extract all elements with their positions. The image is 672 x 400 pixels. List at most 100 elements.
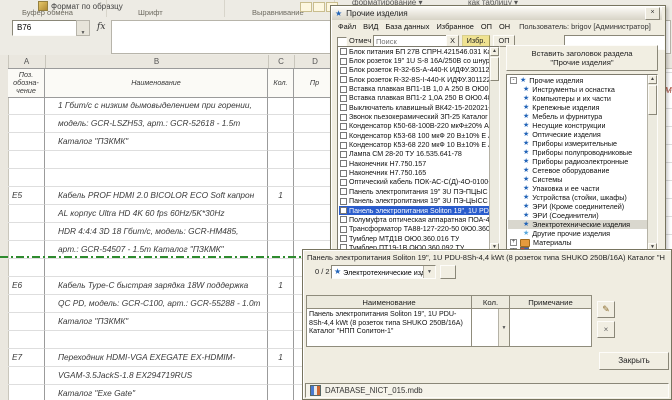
menu-op[interactable]: ОП — [481, 22, 492, 31]
item-checkbox[interactable] — [340, 160, 347, 167]
expand-icon[interactable]: + — [510, 239, 517, 246]
row-name-cell[interactable]: Панель электропитания Soliton 19", 1U PD… — [306, 309, 472, 347]
scroll-thumb[interactable] — [648, 85, 657, 115]
sheet-cell[interactable]: E7 — [8, 349, 45, 367]
menu-on[interactable]: ОН — [499, 22, 510, 31]
sheet-cell[interactable] — [268, 97, 294, 115]
header-cell-name[interactable]: Наименование — [45, 69, 268, 98]
list-item[interactable]: Конденсатор К53-68 220 мкФ 10 В±10% Е АЖ… — [339, 140, 489, 149]
item-checkbox[interactable] — [340, 67, 347, 74]
tree-scrollbar[interactable]: ▲ ▼ — [647, 75, 657, 252]
menu-file[interactable]: Файл — [338, 22, 356, 31]
category-extra-button[interactable] — [440, 265, 456, 279]
tree-item[interactable]: ★Мебель и фурнитура — [508, 112, 647, 121]
close-button[interactable]: × — [645, 7, 660, 20]
insert-header-button[interactable]: Вставить заголовок раздела "Прочие издел… — [506, 45, 658, 71]
fx-button[interactable]: fx — [97, 22, 105, 32]
item-checkbox[interactable] — [340, 76, 347, 83]
item-checkbox[interactable] — [340, 48, 347, 55]
tree-item[interactable]: ★Инструменты и оснастка — [508, 85, 647, 94]
sheet-cell[interactable] — [268, 133, 294, 151]
tree-item[interactable]: ★Электротехнические изделия — [508, 220, 647, 229]
tree-item[interactable]: ★ЭРИ (Соединители) — [508, 211, 647, 220]
item-checkbox[interactable] — [340, 207, 347, 214]
sheet-cell[interactable] — [8, 151, 45, 169]
list-item[interactable]: Блок питания БП 27В СПРН.421546.031 Ката… — [339, 47, 489, 56]
row-qty-cell[interactable]: ▼ — [472, 309, 510, 347]
sheet-cell[interactable] — [8, 133, 45, 151]
sheet-cell[interactable] — [8, 313, 45, 331]
list-item[interactable]: Конденсатор К50-68-100В-220 мкФ±20% АЖЯР… — [339, 122, 489, 131]
sheet-cell[interactable] — [268, 205, 294, 223]
scroll-up-icon[interactable]: ▲ — [648, 75, 657, 84]
tree-item[interactable]: ★Оптические изделия — [508, 130, 647, 139]
item-checkbox[interactable] — [340, 188, 347, 195]
column-header-a[interactable]: A — [8, 55, 46, 68]
header-cell-pos[interactable]: Поз. обозна- чение — [8, 69, 45, 98]
list-item[interactable]: Вставка плавкая ВП1-2 1,0А 250 В ОЮ0.480… — [339, 94, 489, 103]
list-item[interactable]: Трансформатор ТА88-127-220-50 0Ю0.360.01… — [339, 225, 489, 234]
list-item[interactable]: Полумуфта оптическая аппаратная ПОА-4О-F… — [339, 215, 489, 224]
list-item[interactable]: Панель электропитания Soliton 19", 1U PD… — [339, 206, 489, 215]
list-scrollbar[interactable]: ▲ ▼ — [489, 47, 499, 252]
tree-materials[interactable]: +Материалы — [508, 238, 647, 247]
sheet-cell[interactable]: Кабель Type-C быстрая зарядка 18W поддер… — [45, 277, 268, 295]
sheet-cell[interactable]: E6 — [8, 277, 45, 295]
item-checkbox[interactable] — [340, 142, 347, 149]
list-item[interactable]: Наконечник Н7.750.165 — [339, 168, 489, 177]
sheet-cell[interactable] — [8, 205, 45, 223]
close-dialog-button[interactable]: Закрыть — [599, 352, 669, 370]
column-header-c[interactable]: C — [268, 55, 295, 68]
sheet-cell[interactable]: Каталог "Exe Gate" — [45, 385, 268, 400]
tree-item[interactable]: ★Сетевое оборудование — [508, 166, 647, 175]
tree-item[interactable]: ★Упаковка и ее части — [508, 184, 647, 193]
sheet-cell[interactable] — [8, 295, 45, 313]
scroll-up-icon[interactable]: ▲ — [490, 47, 499, 56]
list-item[interactable]: Блок розеток 19" 1U S-8 16А/250В со шнур… — [339, 56, 489, 65]
sheet-cell[interactable]: Переходник HDMI-VGA EXEGATE EX-HDMIM- — [45, 349, 268, 367]
sheet-cell[interactable] — [268, 115, 294, 133]
item-checkbox[interactable] — [340, 226, 347, 233]
item-checkbox[interactable] — [340, 58, 347, 65]
item-checkbox[interactable] — [340, 151, 347, 158]
sheet-cell[interactable] — [8, 115, 45, 133]
ribbon-icon[interactable] — [313, 2, 325, 12]
sheet-cell[interactable]: 1 — [268, 349, 294, 367]
sheet-cell[interactable] — [268, 169, 294, 187]
ribbon-icon[interactable] — [300, 2, 312, 12]
sheet-cell[interactable]: VGAM-3.5JackS-1.8 EX294719RUS — [45, 367, 268, 385]
list-item[interactable]: Тумблер МТД1В ОЮ0.360.016 ТУ — [339, 234, 489, 243]
sheet-cell[interactable] — [8, 97, 45, 115]
sheet-cell[interactable]: QC PD, модель: GCR-C100, арт.: GCR-55288… — [45, 295, 268, 313]
tree-item[interactable]: ★Крепежные изделия — [508, 103, 647, 112]
menu-view[interactable]: ВИД — [363, 22, 378, 31]
list-item[interactable]: Конденсатор К53-68 100 мкФ 20 В±10% Е АЖ… — [339, 131, 489, 140]
sheet-cell[interactable] — [45, 331, 268, 349]
sheet-cell[interactable]: AL корпус Ultra HD 4K 60 fps 60Hz/5K*30H… — [45, 205, 268, 223]
tree-item[interactable]: ★Приборы полупроводниковые — [508, 148, 647, 157]
sheet-cell[interactable]: 1 Гбит/с с низким дымовыделением при гор… — [45, 97, 268, 115]
sheet-cell[interactable] — [268, 223, 294, 241]
menu-database[interactable]: База данных — [385, 22, 429, 31]
sheet-cell[interactable]: Кабель PROF HDMI 2.0 BICOLOR ECO Soft ка… — [45, 187, 268, 205]
sheet-cell[interactable] — [8, 223, 45, 241]
sheet-cell[interactable]: 1 — [268, 277, 294, 295]
sheet-cell[interactable]: 1 — [268, 187, 294, 205]
sheet-cell[interactable]: Каталог "ПЗКМК" — [45, 133, 268, 151]
name-box-dropdown[interactable]: ▼ — [76, 20, 90, 36]
list-item[interactable]: Выключатель клавишный ВК42-15-202021-00У… — [339, 103, 489, 112]
edit-row-button[interactable]: ✎ — [597, 301, 615, 318]
list-item[interactable]: Панель электропитания 19" 3U ПЭ-ЦЫСС СПР… — [339, 197, 489, 206]
sheet-cell[interactable] — [268, 331, 294, 349]
sheet-cell[interactable] — [45, 259, 268, 277]
item-checkbox[interactable] — [340, 235, 347, 242]
list-item[interactable]: Звонок пьезокерамический ЗП-25 Каталог О… — [339, 112, 489, 121]
scroll-thumb[interactable] — [490, 57, 499, 81]
item-checkbox[interactable] — [340, 86, 347, 93]
tree-root[interactable]: -★Прочие изделия — [508, 76, 647, 85]
item-checkbox[interactable] — [340, 114, 347, 121]
tree-item[interactable]: ★Системы — [508, 175, 647, 184]
list-item[interactable]: Панель электропитания 19" 3U ПЭ-ПЦЫС СПР… — [339, 187, 489, 196]
sheet-cell[interactable] — [268, 151, 294, 169]
sheet-cell[interactable] — [8, 169, 45, 187]
